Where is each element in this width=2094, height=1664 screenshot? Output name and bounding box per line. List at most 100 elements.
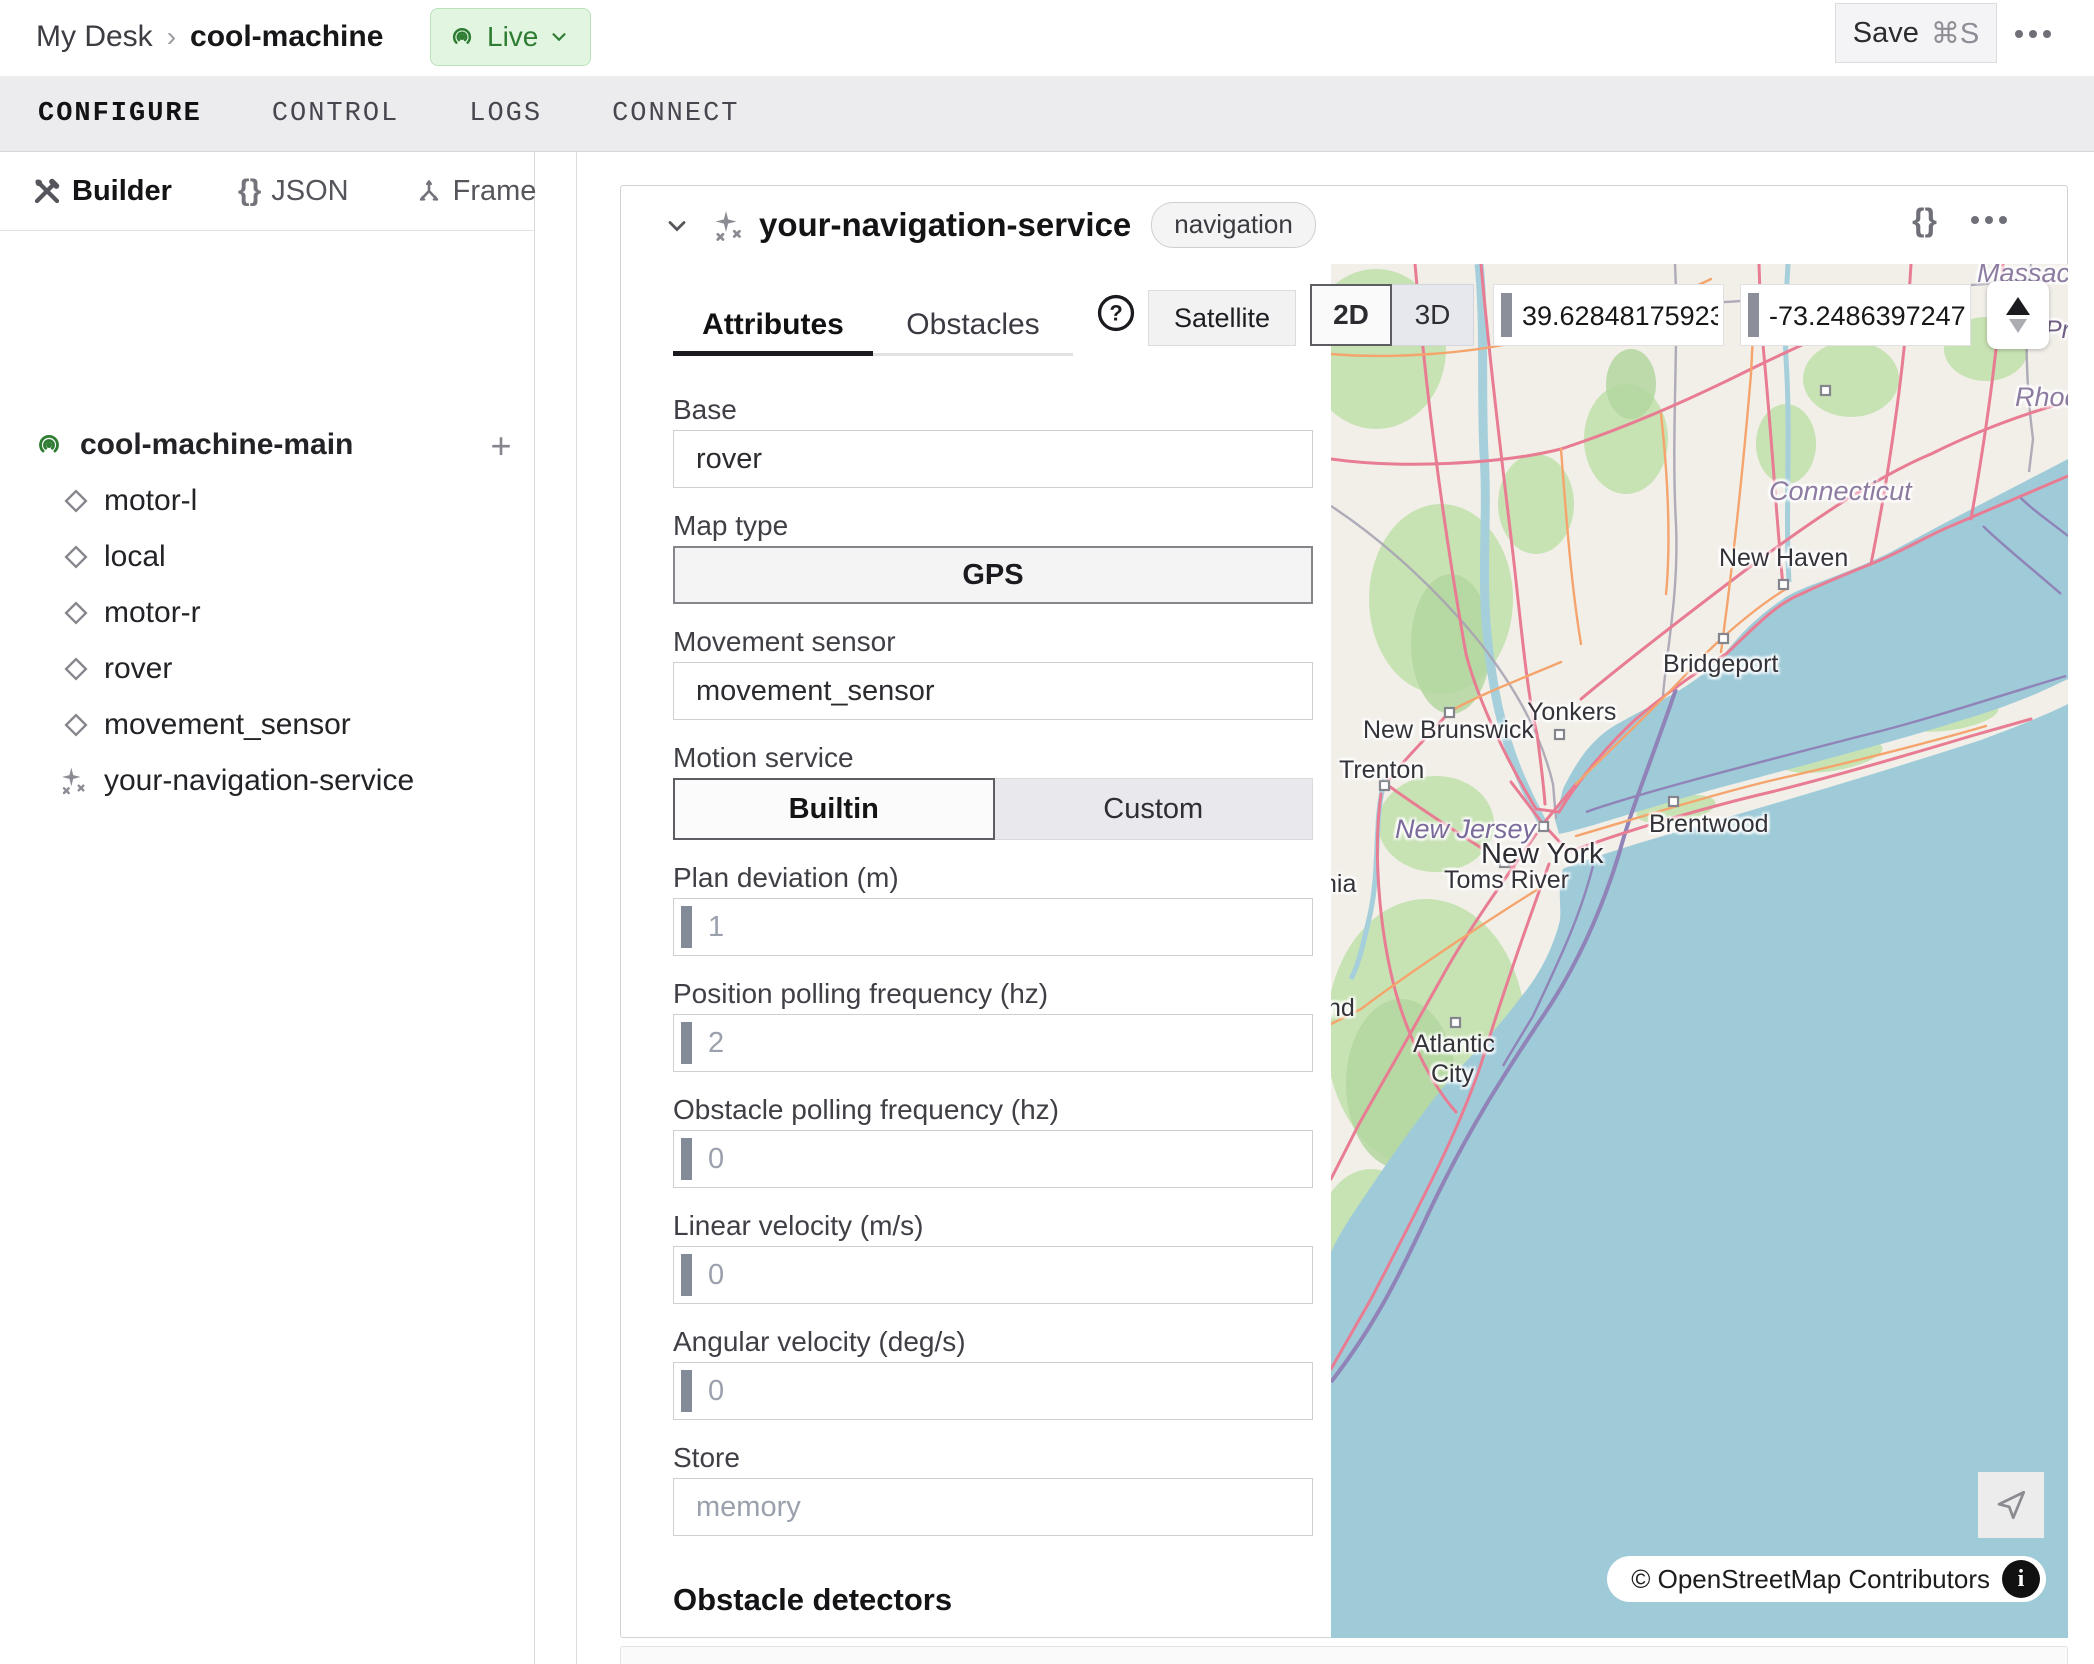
position-polling-input[interactable] xyxy=(674,1015,1312,1071)
satellite-toggle-button[interactable]: Satellite xyxy=(1148,290,1296,346)
base-input[interactable] xyxy=(674,431,1312,487)
motion-custom-option[interactable]: Custom xyxy=(995,778,1314,840)
latitude-input[interactable] xyxy=(1520,285,1720,347)
latitude-input-wrap xyxy=(1493,284,1724,346)
map-attribution: © OpenStreetMap Contributors i xyxy=(1607,1556,2046,1602)
top-bar: My Desk › cool-machine Live Save ⌘S xyxy=(0,0,2094,76)
map-dimension-toggle: 2D 3D xyxy=(1310,284,1474,346)
linear-velocity-input[interactable] xyxy=(674,1247,1312,1303)
card-more-options-button[interactable] xyxy=(1971,200,2031,240)
map-label-new-brunswick: New Brunswick xyxy=(1363,716,1534,745)
tree-item-motor-r[interactable]: motor-r xyxy=(62,596,201,630)
builder-tools-icon xyxy=(32,176,62,206)
frame-axes-icon xyxy=(415,177,443,205)
breadcrumb-chevron-icon: › xyxy=(167,21,176,53)
navigation-arrow-icon xyxy=(1993,1487,2029,1523)
angular-velocity-input-wrap xyxy=(673,1362,1313,1420)
tree-item-navigation-service[interactable]: your-navigation-service xyxy=(58,764,414,798)
recenter-button[interactable] xyxy=(1978,1472,2044,1538)
view-tab-json[interactable]: {} JSON xyxy=(238,174,349,208)
position-polling-input-wrap xyxy=(673,1014,1313,1072)
help-icon[interactable]: ? xyxy=(1095,292,1137,334)
tree-item-label: movement_sensor xyxy=(104,708,351,742)
card-json-icon[interactable]: {} xyxy=(1912,202,1937,239)
tree-item-motor-l[interactable]: motor-l xyxy=(62,484,197,518)
tab-control[interactable]: CONTROL xyxy=(272,99,399,129)
tree-item-label: your-navigation-service xyxy=(104,764,414,798)
map-label-rhode-island: Rhod xyxy=(2015,382,2068,413)
movement-sensor-input[interactable] xyxy=(674,663,1312,719)
number-drag-handle[interactable] xyxy=(681,1370,692,1412)
tree-item-rover[interactable]: rover xyxy=(62,652,172,686)
plan-deviation-label: Plan deviation (m) xyxy=(673,862,1313,894)
component-diamond-icon xyxy=(62,487,90,515)
card-title: your-navigation-service xyxy=(759,206,1131,244)
longitude-input[interactable] xyxy=(1767,285,1967,347)
number-drag-handle[interactable] xyxy=(681,1254,692,1296)
breadcrumb-machine-name: cool-machine xyxy=(190,20,383,54)
breadcrumb: My Desk › cool-machine xyxy=(36,20,383,54)
mode-2d-button[interactable]: 2D xyxy=(1310,284,1392,346)
plan-deviation-input-wrap xyxy=(673,898,1313,956)
view-tab-json-label: JSON xyxy=(271,175,348,208)
live-status-dropdown[interactable]: Live xyxy=(430,8,591,66)
tab-obstacles[interactable]: Obstacles xyxy=(873,282,1073,356)
tab-connect[interactable]: CONNECT xyxy=(612,99,739,129)
store-input-wrap xyxy=(673,1478,1313,1536)
add-component-button[interactable]: + xyxy=(483,428,519,464)
number-drag-handle[interactable] xyxy=(681,1138,692,1180)
save-button-label: Save xyxy=(1853,17,1919,50)
collapse-chevron-icon[interactable] xyxy=(663,212,691,240)
obstacle-polling-input[interactable] xyxy=(674,1131,1312,1187)
map-label-pennsylvania-partial: nia xyxy=(1331,870,1356,899)
view-tab-frame-label: Frame xyxy=(453,175,537,208)
view-tab-frame[interactable]: Frame xyxy=(415,175,537,208)
more-options-button[interactable] xyxy=(2015,14,2075,54)
mode-3d-button[interactable]: 3D xyxy=(1392,284,1474,346)
info-icon[interactable]: i xyxy=(2002,1560,2040,1598)
save-button[interactable]: Save ⌘S xyxy=(1835,3,1997,63)
service-sparkle-icon xyxy=(58,765,90,797)
panel-divider[interactable] xyxy=(576,152,577,1664)
longitude-drag-handle[interactable] xyxy=(1748,293,1759,337)
store-input[interactable] xyxy=(674,1479,1312,1535)
zoom-in-arrow-icon[interactable] xyxy=(2006,297,2030,315)
zoom-stepper-control[interactable] xyxy=(1987,281,2049,349)
tree-machine-root[interactable]: cool-machine-main xyxy=(32,428,353,462)
machine-online-icon xyxy=(32,428,66,462)
store-label: Store xyxy=(673,1442,1313,1474)
number-drag-handle[interactable] xyxy=(681,906,692,948)
next-card-peek xyxy=(620,1646,2068,1664)
map-label-brentwood: Brentwood xyxy=(1649,810,1769,839)
navigation-service-card: your-navigation-service navigation {} At… xyxy=(620,185,2068,1638)
tab-attributes[interactable]: Attributes xyxy=(673,282,873,356)
map-type-gps-button[interactable]: GPS xyxy=(673,546,1313,604)
tree-item-label: motor-r xyxy=(104,596,201,630)
plan-deviation-input[interactable] xyxy=(674,899,1312,955)
base-input-wrap xyxy=(673,430,1313,488)
linear-velocity-input-wrap xyxy=(673,1246,1313,1304)
map-label-new-jersey: New Jersey xyxy=(1395,814,1536,845)
breadcrumb-root-link[interactable]: My Desk xyxy=(36,20,153,54)
map-label-yonkers: Yonkers xyxy=(1527,698,1616,727)
number-drag-handle[interactable] xyxy=(681,1022,692,1064)
map-label-toms-river: Toms River xyxy=(1444,866,1569,895)
obstacle-polling-label: Obstacle polling frequency (hz) xyxy=(673,1094,1313,1126)
latitude-drag-handle[interactable] xyxy=(1501,293,1512,337)
zoom-out-arrow-icon[interactable] xyxy=(2009,319,2027,333)
obstacle-polling-input-wrap xyxy=(673,1130,1313,1188)
tree-item-local[interactable]: local xyxy=(62,540,166,574)
motion-builtin-option[interactable]: Builtin xyxy=(673,778,995,840)
angular-velocity-input[interactable] xyxy=(674,1363,1312,1419)
tab-logs[interactable]: LOGS xyxy=(469,99,542,129)
navigation-map[interactable]: Massach Pro Rhod Connecticut New Haven B… xyxy=(1331,264,2068,1638)
sidebar-view-switcher: Builder {} JSON Frame xyxy=(0,152,534,231)
component-diamond-icon xyxy=(62,599,90,627)
position-polling-label: Position polling frequency (hz) xyxy=(673,978,1313,1010)
tree-item-label: local xyxy=(104,540,166,574)
tree-item-movement-sensor[interactable]: movement_sensor xyxy=(62,708,351,742)
config-sidebar: Builder {} JSON Frame cool-machine-mai xyxy=(0,152,535,1664)
tab-configure[interactable]: CONFIGURE xyxy=(38,99,202,129)
map-label-trenton: Trenton xyxy=(1339,756,1424,785)
view-tab-builder[interactable]: Builder xyxy=(32,175,172,208)
